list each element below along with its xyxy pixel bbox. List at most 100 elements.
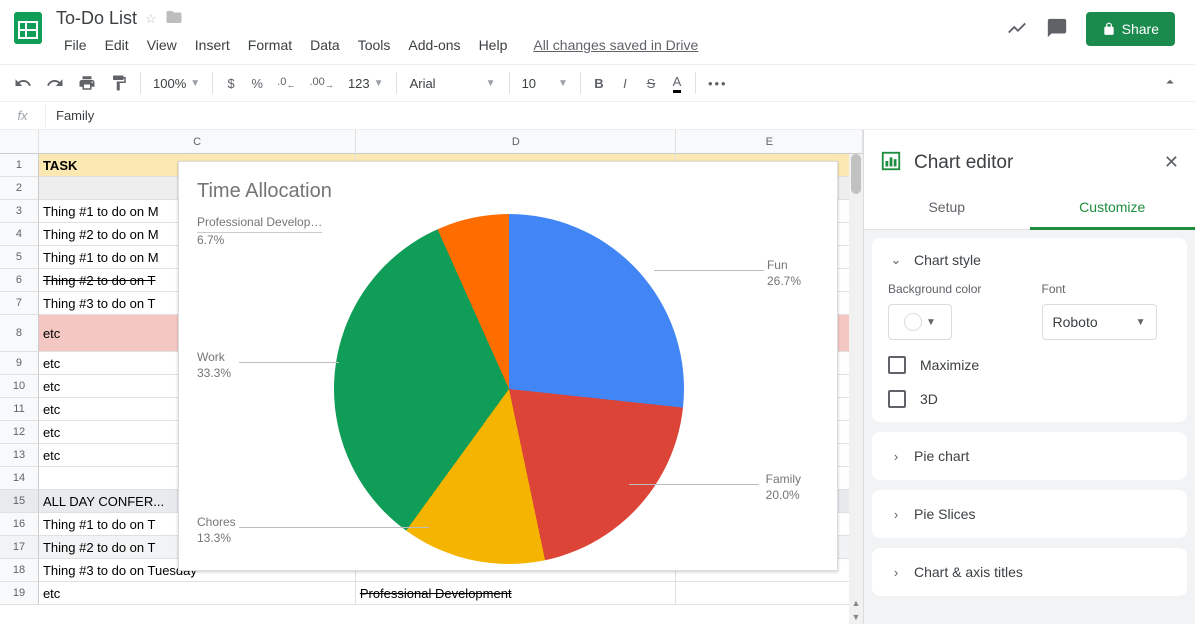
chevron-right-icon: › bbox=[888, 449, 904, 464]
col-header-d[interactable]: D bbox=[356, 130, 676, 154]
cell[interactable]: Professional Development bbox=[356, 582, 676, 605]
number-format-dropdown[interactable]: 123▼ bbox=[342, 76, 390, 91]
chevron-right-icon: › bbox=[888, 507, 904, 522]
maximize-label: Maximize bbox=[920, 357, 979, 373]
col-header-e[interactable]: E bbox=[676, 130, 863, 154]
font-dropdown[interactable]: Arial▼ bbox=[403, 75, 503, 92]
font-label: Font bbox=[1042, 282, 1172, 296]
menu-addons[interactable]: Add-ons bbox=[400, 33, 468, 57]
row-header[interactable]: 3 bbox=[0, 200, 39, 223]
chart-object[interactable]: Time Allocation Fun26.7% Family20.0% Cho… bbox=[178, 161, 838, 571]
scroll-down-icon[interactable]: ▼ bbox=[849, 610, 863, 624]
strikethrough-button[interactable]: S bbox=[639, 70, 663, 96]
tab-customize[interactable]: Customize bbox=[1030, 187, 1195, 230]
bold-button[interactable]: B bbox=[587, 70, 611, 96]
row-header[interactable]: 14 bbox=[0, 467, 39, 490]
text-color-button[interactable]: A bbox=[665, 70, 689, 96]
row-header[interactable]: 15 bbox=[0, 490, 39, 513]
toolbar: 100%▼ $ % .0← .00→ 123▼ Arial▼ 10▼ B I S… bbox=[0, 64, 1195, 102]
chart-editor-panel: Chart editor ✕ Setup Customize ⌄ Chart s… bbox=[863, 130, 1195, 624]
row-header[interactable]: 12 bbox=[0, 421, 39, 444]
font-picker[interactable]: Roboto▼ bbox=[1042, 304, 1157, 340]
cell[interactable] bbox=[676, 582, 863, 605]
move-folder-icon[interactable] bbox=[165, 8, 183, 29]
menu-format[interactable]: Format bbox=[240, 33, 300, 57]
row-header[interactable]: 2 bbox=[0, 177, 39, 200]
collapse-toolbar-button[interactable] bbox=[1153, 73, 1187, 94]
save-status[interactable]: All changes saved in Drive bbox=[525, 33, 706, 57]
print-button[interactable] bbox=[72, 70, 102, 96]
font-size-dropdown[interactable]: 10▼ bbox=[516, 76, 574, 91]
panel-chart-axis-titles[interactable]: ›Chart & axis titles bbox=[872, 548, 1187, 596]
menu-data[interactable]: Data bbox=[302, 33, 348, 57]
star-icon[interactable]: ☆ bbox=[145, 11, 157, 27]
menu-edit[interactable]: Edit bbox=[97, 33, 137, 57]
color-swatch bbox=[904, 313, 922, 331]
scroll-up-icon[interactable]: ▲ bbox=[849, 596, 863, 610]
row-header[interactable]: 7 bbox=[0, 292, 39, 315]
dec-decimal-button[interactable]: .0← bbox=[271, 70, 301, 96]
chart-title: Time Allocation bbox=[197, 180, 332, 203]
chart-label-prof-dev: Professional Develop…6.7% bbox=[197, 215, 322, 248]
panel-chart-style: ⌄ Chart style Background color ▼ Font Ro… bbox=[872, 238, 1187, 422]
currency-button[interactable]: $ bbox=[219, 70, 243, 96]
panel-chart-style-toggle[interactable]: ⌄ Chart style bbox=[888, 252, 1171, 268]
row-header[interactable]: 9 bbox=[0, 352, 39, 375]
row-header[interactable]: 11 bbox=[0, 398, 39, 421]
sheets-app-icon[interactable] bbox=[8, 8, 48, 48]
chevron-right-icon: › bbox=[888, 565, 904, 580]
paint-format-button[interactable] bbox=[104, 70, 134, 96]
tab-setup[interactable]: Setup bbox=[864, 187, 1030, 229]
leader-line bbox=[239, 527, 429, 528]
col-header-c[interactable]: C bbox=[39, 130, 356, 154]
more-tools-button[interactable]: ••• bbox=[702, 70, 734, 96]
panel-pie-slices[interactable]: ›Pie Slices bbox=[872, 490, 1187, 538]
scrollbar-thumb[interactable] bbox=[851, 154, 861, 194]
row-header[interactable]: 16 bbox=[0, 513, 39, 536]
formula-input[interactable]: Family bbox=[46, 104, 1195, 127]
menu-tools[interactable]: Tools bbox=[350, 33, 399, 57]
row-header[interactable]: 4 bbox=[0, 223, 39, 246]
row-header[interactable]: 19 bbox=[0, 582, 39, 605]
fx-label: fx bbox=[0, 104, 46, 127]
italic-button[interactable]: I bbox=[613, 70, 637, 96]
row-header[interactable]: 18 bbox=[0, 559, 39, 582]
chart-label-work: Work33.3% bbox=[197, 350, 231, 381]
inc-decimal-button[interactable]: .00→ bbox=[304, 70, 340, 96]
menu-help[interactable]: Help bbox=[471, 33, 516, 57]
menubar: File Edit View Insert Format Data Tools … bbox=[56, 33, 1006, 57]
row-header[interactable]: 17 bbox=[0, 536, 39, 559]
activity-icon[interactable] bbox=[1006, 17, 1028, 42]
zoom-dropdown[interactable]: 100%▼ bbox=[147, 76, 206, 91]
panel-pie-chart[interactable]: ›Pie chart bbox=[872, 432, 1187, 480]
3d-checkbox[interactable] bbox=[888, 390, 906, 408]
3d-label: 3D bbox=[920, 391, 938, 407]
share-button[interactable]: Share bbox=[1086, 12, 1175, 46]
cell[interactable]: etc bbox=[39, 582, 356, 605]
percent-button[interactable]: % bbox=[245, 70, 269, 96]
comments-icon[interactable] bbox=[1046, 17, 1068, 42]
row-header[interactable]: 8 bbox=[0, 315, 39, 352]
row-header[interactable]: 13 bbox=[0, 444, 39, 467]
lock-icon bbox=[1102, 22, 1116, 36]
redo-button[interactable] bbox=[40, 70, 70, 96]
row-header[interactable]: 1 bbox=[0, 154, 39, 177]
row-header[interactable]: 5 bbox=[0, 246, 39, 269]
doc-title[interactable]: To-Do List bbox=[56, 8, 137, 29]
chart-label-fun: Fun26.7% bbox=[767, 258, 801, 289]
menu-view[interactable]: View bbox=[139, 33, 185, 57]
close-icon[interactable]: ✕ bbox=[1164, 152, 1179, 173]
menu-file[interactable]: File bbox=[56, 33, 95, 57]
maximize-checkbox[interactable] bbox=[888, 356, 906, 374]
chart-label-family: Family20.0% bbox=[766, 472, 801, 503]
row-header[interactable]: 10 bbox=[0, 375, 39, 398]
undo-button[interactable] bbox=[8, 70, 38, 96]
row-header[interactable]: 6 bbox=[0, 269, 39, 292]
leader-line bbox=[239, 362, 339, 363]
bg-color-picker[interactable]: ▼ bbox=[888, 304, 952, 340]
vertical-scrollbar[interactable]: ▲ ▼ bbox=[849, 154, 863, 624]
spreadsheet-grid[interactable]: C D E 1TASKCategoryNOTES 2 3Thing #1 to … bbox=[0, 130, 863, 624]
chevron-down-icon: ⌄ bbox=[888, 252, 904, 268]
select-all-corner[interactable] bbox=[0, 130, 39, 154]
menu-insert[interactable]: Insert bbox=[187, 33, 238, 57]
